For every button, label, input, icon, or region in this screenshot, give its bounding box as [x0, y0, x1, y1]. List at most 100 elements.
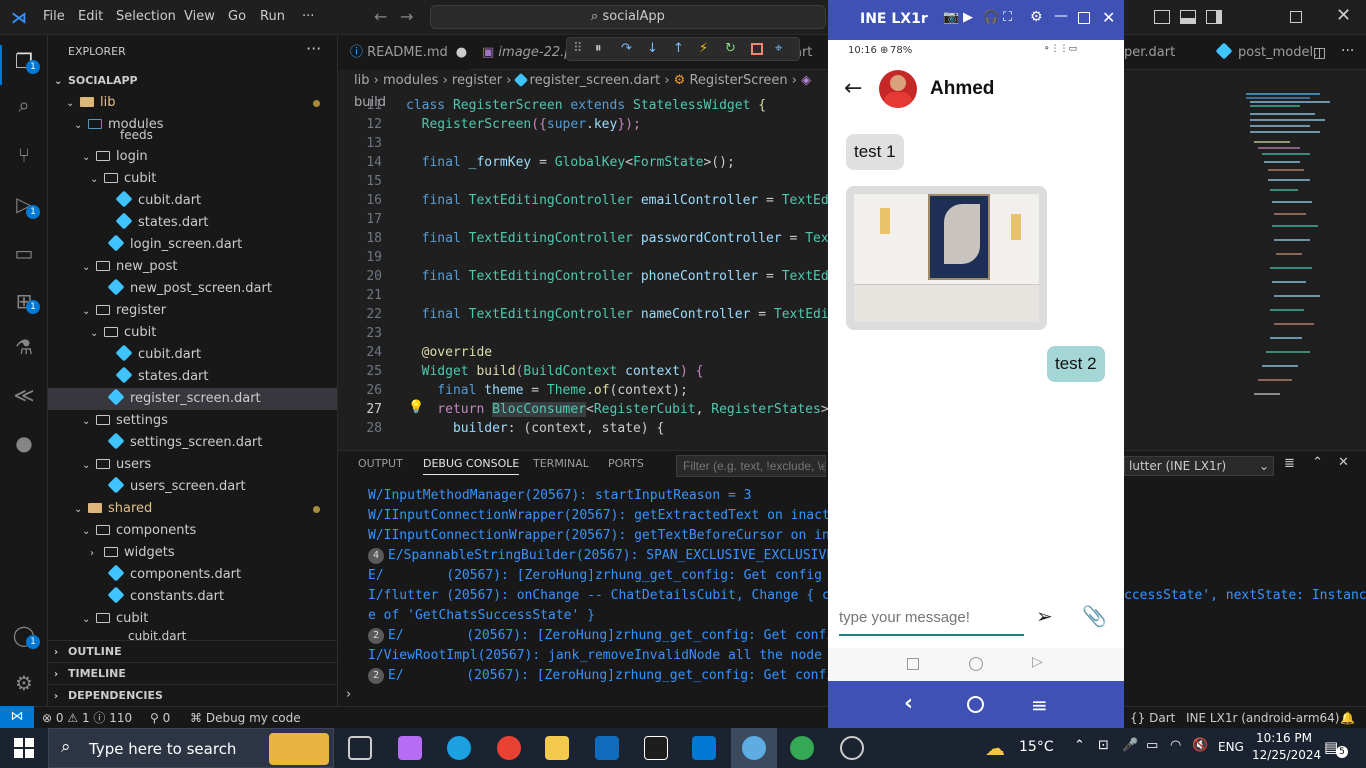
attachment-icon[interactable]: 📎: [1082, 604, 1107, 628]
restore-window-icon[interactable]: [1290, 11, 1302, 23]
code-line-23[interactable]: 23: [338, 324, 406, 343]
github-icon[interactable]: ●: [12, 431, 36, 455]
tree-folder-shared[interactable]: ⌄ shared: [48, 498, 337, 520]
tree-folder-register-cubit[interactable]: ⌄ cubit: [48, 322, 337, 344]
breadcrumb-lib[interactable]: lib: [354, 73, 369, 88]
copilot-icon[interactable]: [398, 736, 422, 760]
windows-start-icon[interactable]: [14, 738, 34, 758]
back-triangle-icon[interactable]: ▷: [1032, 654, 1043, 670]
breadcrumb-register[interactable]: register: [452, 73, 502, 88]
settings-gear-icon[interactable]: ⚙: [12, 671, 36, 695]
tree-file-register-states-dart[interactable]: states.dart: [48, 366, 337, 388]
tab-post-model[interactable]: post_model.: [1206, 35, 1326, 70]
file-explorer-icon[interactable]: [545, 736, 569, 760]
step-out-icon[interactable]: ↑: [673, 41, 684, 56]
pause-icon[interactable]: ⏸: [595, 41, 602, 56]
chrome-icon[interactable]: [497, 736, 521, 760]
panel-tab-output[interactable]: OUTPUT: [358, 457, 403, 470]
menu-more[interactable]: ···: [302, 9, 314, 24]
source-control-icon[interactable]: ⑂: [12, 143, 36, 167]
code-line-17[interactable]: 17: [338, 210, 406, 229]
code-line-21[interactable]: 21: [338, 286, 406, 305]
clear-console-icon[interactable]: ≣: [1284, 456, 1295, 471]
timeline-section[interactable]: › TIMELINE: [48, 662, 337, 684]
tree-folder-shared-cubit[interactable]: ⌄ cubit: [48, 608, 337, 630]
debug-session-select[interactable]: lutter (INE LX1r) ⌄: [1124, 456, 1274, 476]
vscode-taskbar-icon[interactable]: [692, 736, 716, 760]
minimap[interactable]: [1240, 90, 1350, 410]
task-view-icon[interactable]: [348, 736, 372, 760]
code-line-12[interactable]: 12 RegisterScreen({super.key});: [338, 115, 640, 134]
obs-icon[interactable]: [840, 736, 864, 760]
taskbar-search-box[interactable]: ⌕ Type here to search: [48, 728, 334, 768]
emulator-taskbar-active[interactable]: [731, 728, 777, 768]
wifi-icon[interactable]: ◠: [1170, 738, 1181, 753]
maximize-icon[interactable]: [1078, 12, 1090, 24]
layout-sidebar-right-icon[interactable]: [1206, 10, 1222, 24]
split-editor-icon[interactable]: ◫: [1313, 45, 1326, 61]
language-status[interactable]: {} Dart: [1130, 707, 1175, 729]
volume-muted-icon[interactable]: 🔇: [1192, 738, 1208, 753]
code-line-13[interactable]: 13: [338, 134, 406, 153]
layout-panel-icon[interactable]: [1180, 10, 1196, 24]
testing-icon[interactable]: ⚗: [12, 335, 36, 359]
breadcrumb-class[interactable]: RegisterScreen: [689, 73, 787, 88]
clock-time[interactable]: 10:16 PM: [1256, 731, 1312, 745]
headphone-icon[interactable]: 🎧: [983, 10, 999, 25]
chat-contact-name[interactable]: Ahmed: [930, 78, 994, 100]
tree-folder-feeds[interactable]: feeds: [48, 129, 337, 141]
send-icon[interactable]: ➢: [1036, 604, 1053, 628]
command-center-search[interactable]: ⌕ socialApp: [430, 5, 826, 29]
layout-panel-left-icon[interactable]: [1154, 10, 1170, 24]
avatar[interactable]: [879, 70, 917, 108]
breadcrumb-modules[interactable]: modules: [383, 73, 439, 88]
code-line-15[interactable]: 15: [338, 172, 406, 191]
nav-menu-icon[interactable]: ≡: [1031, 693, 1048, 717]
restart-icon[interactable]: ↻: [725, 41, 736, 56]
panel-tab-terminal[interactable]: TERMINAL: [533, 457, 589, 470]
tree-folder-widgets[interactable]: › widgets: [48, 542, 337, 564]
step-over-icon[interactable]: ↷: [621, 41, 632, 56]
explorer-more-icon[interactable]: ···: [306, 39, 321, 58]
lightbulb-icon[interactable]: 💡: [408, 400, 424, 415]
device-status[interactable]: INE LX1r (android-arm64): [1186, 707, 1339, 729]
tree-file-users-screen-dart[interactable]: users_screen.dart: [48, 476, 337, 498]
tree-folder-login[interactable]: ⌄ login: [48, 146, 337, 168]
ports-status[interactable]: ⚲ 0: [150, 707, 170, 729]
step-into-icon[interactable]: ↓: [647, 41, 658, 56]
back-arrow-icon[interactable]: ←: [844, 76, 862, 101]
tree-folder-new-post[interactable]: ⌄ new_post: [48, 256, 337, 278]
drag-handle-icon[interactable]: ⠿: [573, 41, 583, 56]
home-circle-icon[interactable]: [969, 657, 983, 671]
battery-icon[interactable]: ▭: [1146, 738, 1158, 753]
tree-file-settings-screen-dart[interactable]: settings_screen.dart: [48, 432, 337, 454]
code-line-19[interactable]: 19: [338, 248, 406, 267]
back-arrow-icon[interactable]: ←: [374, 7, 387, 26]
nav-home-icon[interactable]: [967, 696, 984, 713]
message-bubble-sent[interactable]: test 2: [1047, 346, 1105, 382]
remote-explorer-icon[interactable]: ▭: [12, 241, 36, 265]
close-window-icon[interactable]: ✕: [1336, 5, 1351, 26]
tree-folder-users[interactable]: ⌄ users: [48, 454, 337, 476]
clock-date[interactable]: 12/25/2024: [1252, 748, 1321, 762]
close-panel-icon[interactable]: ✕: [1338, 455, 1349, 470]
language-indicator[interactable]: ENG: [1218, 740, 1244, 754]
camera-icon[interactable]: 📷: [943, 10, 959, 25]
close-icon[interactable]: ✕: [1102, 8, 1115, 27]
remote-indicator-icon[interactable]: ⋈: [0, 706, 34, 728]
tree-folder-lib[interactable]: ⌄ lib: [48, 92, 337, 114]
code-line-26[interactable]: 26 final theme = Theme.of(context);: [338, 381, 687, 400]
tab-image[interactable]: ▣ image-22.p: [470, 35, 580, 70]
maximize-panel-icon[interactable]: ⌃: [1312, 455, 1323, 470]
menu-go[interactable]: Go: [228, 9, 246, 24]
dependencies-section[interactable]: › DEPENDENCIES: [48, 684, 337, 706]
fullscreen-icon[interactable]: ⛶: [1003, 10, 1012, 25]
code-line-24[interactable]: 24 @override: [338, 343, 492, 362]
tree-file-new-post-screen-dart[interactable]: new_post_screen.dart: [48, 278, 337, 300]
project-header[interactable]: ⌄ SOCIALAPP: [48, 70, 337, 92]
repl-prompt-icon[interactable]: ›: [346, 687, 351, 702]
breadcrumb-file[interactable]: register_screen.dart: [530, 73, 661, 88]
panel-tab-debug-console[interactable]: DEBUG CONSOLE: [423, 457, 520, 475]
menu-view[interactable]: View: [184, 9, 215, 24]
search-icon[interactable]: ⌕: [12, 93, 36, 117]
